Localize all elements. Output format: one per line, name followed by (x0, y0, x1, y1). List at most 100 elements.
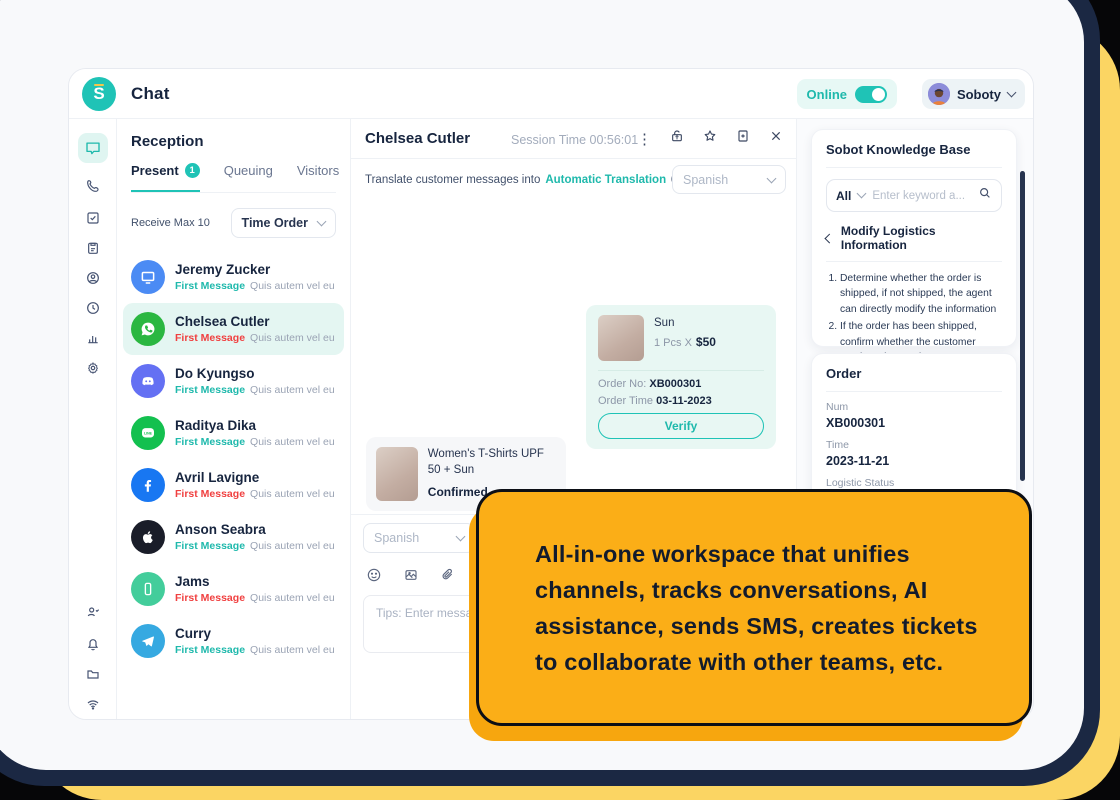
article-title: Modify Logistics Information (841, 224, 1002, 252)
tab-visitors[interactable]: Visitors (297, 163, 339, 192)
verify-button[interactable]: Verify (598, 413, 764, 439)
whatsapp-channel-icon (131, 312, 165, 346)
chevron-down-icon (857, 189, 867, 199)
status-badge: First Message (175, 592, 245, 604)
order-verify-card: Sun 1 Pcs X$50 Order No: XB000301 Order … (586, 305, 776, 449)
status-badge: First Message (175, 540, 245, 552)
sort-order-select[interactable]: Time Order (231, 208, 336, 238)
nav-clipboard-icon[interactable] (78, 233, 108, 263)
reception-tabs: Present 1 Queuing Visitors (131, 163, 336, 193)
discord-channel-icon (131, 364, 165, 398)
knowledge-base-card: Sobot Knowledge Base All Enter keyword a… (811, 129, 1017, 347)
status-badge: First Message (175, 488, 245, 500)
online-label: Online (807, 87, 847, 102)
composer-language-select[interactable]: Spanish (363, 523, 475, 553)
telegram-channel-icon (131, 624, 165, 658)
nav-rail (69, 119, 117, 719)
tab-queuing[interactable]: Queuing (224, 163, 273, 192)
contact-row-avril-lavigne[interactable]: Avril Lavigne First MessageQuis autem ve… (123, 459, 344, 511)
status-badge: First Message (175, 436, 245, 448)
scrollbar-thumb[interactable] (1020, 171, 1025, 481)
status-badge: First Message (175, 384, 245, 396)
contact-row-anson-seabra[interactable]: Anson Seabra First MessageQuis autem vel… (123, 511, 344, 563)
reception-title: Reception (131, 133, 204, 150)
more-kebab-icon[interactable]: ⋮ (637, 129, 652, 151)
mobile-channel-icon (131, 572, 165, 606)
receive-max-label: Receive Max 10 (131, 217, 210, 229)
close-icon[interactable] (768, 128, 784, 151)
chevron-down-icon (767, 173, 777, 183)
contact-row-curry[interactable]: Curry First MessageQuis autem vel eum iu… (123, 615, 344, 667)
translate-bar: Translate customer messages into Automati… (351, 159, 796, 199)
line-channel-icon: LINE (131, 416, 165, 450)
create-ticket-icon[interactable] (735, 128, 751, 151)
nav-settings-gear-icon[interactable] (78, 353, 108, 383)
status-badge: First Message (175, 332, 245, 344)
nav-chat-icon[interactable] (78, 133, 108, 163)
article-back-row[interactable]: Modify Logistics Information (826, 224, 1002, 262)
automatic-translation-link[interactable]: Automatic Translation (545, 174, 666, 186)
nav-history-clock-icon[interactable] (78, 293, 108, 323)
apple-channel-icon (131, 520, 165, 554)
favorite-star-icon[interactable] (702, 128, 718, 151)
contact-row-chelsea-cutler[interactable]: Chelsea Cutler First MessageQuis autem v… (123, 303, 344, 355)
chevron-down-icon (1007, 88, 1017, 98)
svg-text:LINE: LINE (144, 431, 153, 435)
rail-add-contact-icon[interactable] (78, 597, 108, 627)
knowledge-search-input[interactable]: Enter keyword a... (872, 190, 971, 202)
search-icon[interactable] (978, 186, 992, 205)
user-menu[interactable]: Soboty (922, 79, 1025, 109)
rail-notification-bell-icon[interactable] (78, 629, 108, 659)
status-badge: First Message (175, 644, 245, 656)
page: S Chat Online Soboty (0, 0, 1120, 800)
rail-folder-icon[interactable] (78, 659, 108, 689)
image-icon[interactable] (403, 567, 419, 588)
status-badge: First Message (175, 280, 245, 292)
product-image (376, 447, 418, 501)
product-name: Sun (654, 317, 716, 329)
reception-panel: Reception Present 1 Queuing Visitors Rec… (117, 119, 351, 719)
tab-present[interactable]: Present 1 (131, 163, 200, 192)
attachment-icon[interactable] (440, 567, 456, 588)
chat-contact-name: Chelsea Cutler (365, 130, 470, 147)
callout-text: All-in-one workspace that unifies channe… (479, 536, 1029, 680)
contact-list: Jeremy Zucker First MessageQuis autem ve… (123, 251, 344, 719)
order-title: Order (826, 366, 1002, 392)
product-title: Women's T-Shirts UPF 50 + Sun (428, 447, 556, 478)
translate-language-select[interactable]: Spanish (672, 165, 786, 194)
emoji-icon[interactable] (366, 567, 382, 588)
marketing-callout: All-in-one workspace that unifies channe… (476, 489, 1032, 726)
page-title: Chat (131, 84, 170, 104)
knowledge-search[interactable]: All Enter keyword a... (826, 179, 1002, 212)
facebook-channel-icon (131, 468, 165, 502)
order-time: 2023-11-21 (826, 454, 1002, 468)
nav-agent-icon[interactable] (78, 263, 108, 293)
message-list: Sun 1 Pcs X$50 Order No: XB000301 Order … (351, 199, 796, 514)
knowledge-filter-select[interactable]: All (836, 189, 851, 203)
nav-phone-icon[interactable] (78, 171, 108, 201)
translate-label: Translate customer messages into (365, 174, 540, 186)
app-header: S Chat Online Soboty (69, 69, 1033, 119)
article-step: Determine whether the order is shipped, … (840, 271, 1002, 317)
contact-row-raditya-dika[interactable]: LINE Raditya Dika First MessageQuis aute… (123, 407, 344, 459)
chevron-down-icon (317, 217, 327, 227)
avatar (928, 83, 950, 105)
nav-analytics-icon[interactable] (78, 323, 108, 353)
transfer-lock-icon[interactable] (669, 128, 685, 151)
order-num: XB000301 (826, 416, 1002, 430)
contact-row-do-kyungso[interactable]: Do Kyungso First MessageQuis autem vel e… (123, 355, 344, 407)
sobot-logo: S (82, 77, 116, 111)
rail-network-wifi-icon[interactable] (78, 689, 108, 719)
contact-row-jeremy-zucker[interactable]: Jeremy Zucker First MessageQuis autem ve… (123, 251, 344, 303)
article-steps: Determine whether the order is shipped, … (840, 271, 1002, 366)
chevron-left-icon (825, 233, 835, 243)
product-image (598, 315, 644, 361)
contact-row-jams[interactable]: Jams First MessageQuis autem vel eum iu.… (123, 563, 344, 615)
user-name: Soboty (957, 87, 1001, 102)
online-toggle[interactable] (855, 86, 887, 103)
present-count-badge: 1 (185, 163, 200, 178)
chat-header: Chelsea Cutler Session Time 00:56:01 ⋮ (351, 119, 796, 159)
nav-task-check-icon[interactable] (78, 203, 108, 233)
online-status: Online (797, 79, 897, 109)
session-time: Session Time 00:56:01 (511, 133, 638, 147)
